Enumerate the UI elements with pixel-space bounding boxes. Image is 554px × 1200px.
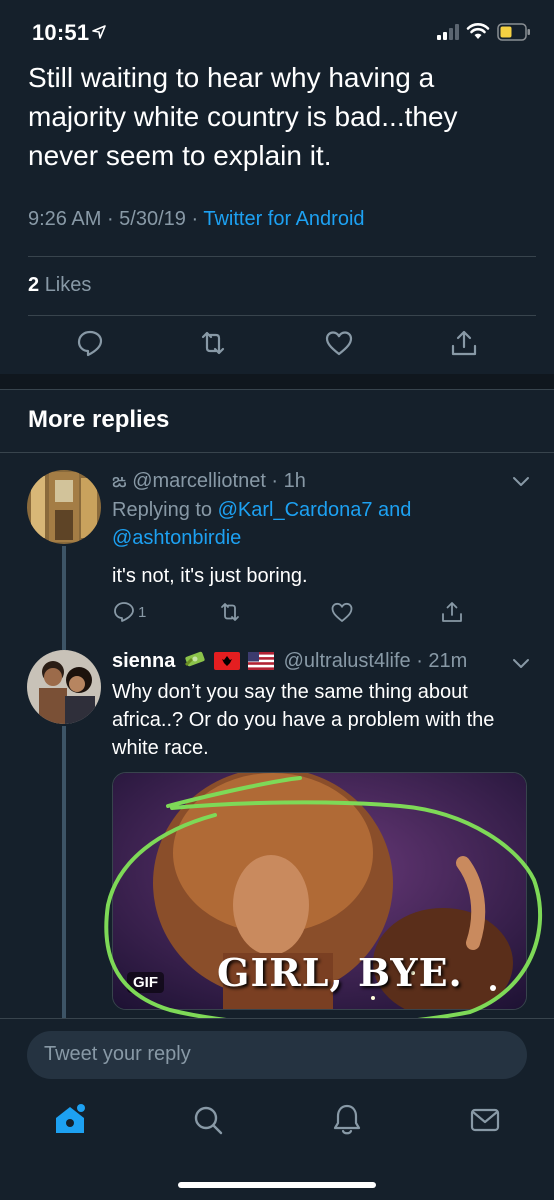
like-icon[interactable] [324,328,354,358]
section-gap [0,374,554,390]
replying-prefix: Replying to [112,499,213,521]
search-icon[interactable] [188,1100,228,1140]
thread-line [62,546,66,642]
replying-user-link[interactable]: @ashtonbirdie [112,527,241,549]
signal-icon [437,24,459,40]
reply-header[interactable]: ఙ @marcelliotnet · 1h [112,470,306,497]
location-arrow-icon [92,25,106,39]
tweet-action-bar [0,328,554,362]
reply-count: 1 [138,604,147,621]
tweet-meta: 9:26 AM · 5/30/19 · Twitter for Android [28,208,365,231]
likes-stat[interactable]: 2 Likes [28,274,91,297]
avatar[interactable] [27,650,101,724]
replying-to: Replying to @Karl_Cardona7 and @ashtonbi… [112,496,532,552]
home-indicator [178,1182,376,1188]
reply-text: Why don’t you say the same thing about a… [112,681,495,759]
reply-handle: @ultralust4life [283,650,411,672]
meta-separator: · [191,208,204,230]
more-replies-heading: More replies [28,406,170,433]
avatar-image [27,650,101,724]
divider [28,256,536,257]
tweet-text: Still waiting to hear why having a major… [28,62,458,171]
likes-count: 2 [28,274,40,296]
wifi-icon [466,23,490,39]
thread-line [62,642,66,650]
reply-icon[interactable] [75,328,105,358]
like-icon[interactable] [330,600,354,624]
reply-icon[interactable] [112,600,136,624]
likes-label: Likes [44,274,92,296]
replying-user-link[interactable]: @Karl_Cardona7 [218,499,373,521]
share-icon[interactable] [440,600,464,624]
retweet-icon[interactable] [218,600,242,624]
battery-icon [497,23,530,41]
home-icon[interactable] [50,1100,90,1140]
reply-handle: @marcelliotnet [132,470,266,492]
meta-separator: · [106,208,120,230]
tweet-source-link[interactable]: Twitter for Android [203,208,364,230]
avatar-image [27,470,101,544]
money-emoji-icon [184,651,205,667]
thread-line [62,726,66,1018]
compose-box[interactable] [27,1031,527,1079]
retweet-icon[interactable] [198,328,228,358]
chevron-down-icon[interactable] [512,474,530,488]
reply-age: 21m [428,650,468,672]
reply-age: 1h [283,470,306,492]
meta-separator: · [410,650,429,672]
reply-item[interactable]: ఙ @marcelliotnet · 1h Replying to @Karl_… [0,452,554,642]
tweet-reply-input[interactable] [44,1043,504,1066]
compose-area [0,1018,554,1090]
gif-media[interactable]: GIF GIRL, BYE. [112,772,527,1010]
tweet-date: 5/30/19 [119,208,186,230]
replying-and[interactable]: and [378,499,411,521]
meta-separator: · [265,470,284,492]
gif-caption: GIRL, BYE. [217,950,463,995]
reply-text: it's not, it's just boring. [112,565,308,587]
reply-display-name: sienna [112,650,176,672]
display-name-glyph: ఙ [112,470,127,492]
status-time: 10:51 [32,20,90,45]
gif-badge: GIF [127,972,164,993]
divider [28,315,536,316]
us-flag-icon [248,652,275,670]
status-bar: 10:51 [0,0,554,62]
avatar[interactable] [27,470,101,544]
share-icon[interactable] [449,328,479,358]
chevron-down-icon[interactable] [512,656,530,670]
tweet-time: 9:26 AM [28,208,102,230]
albania-flag-icon [214,652,241,670]
messages-icon[interactable] [465,1100,505,1140]
reply-header[interactable]: sienna @ultralust4life · 21m [112,650,467,673]
notifications-icon[interactable] [327,1100,367,1140]
